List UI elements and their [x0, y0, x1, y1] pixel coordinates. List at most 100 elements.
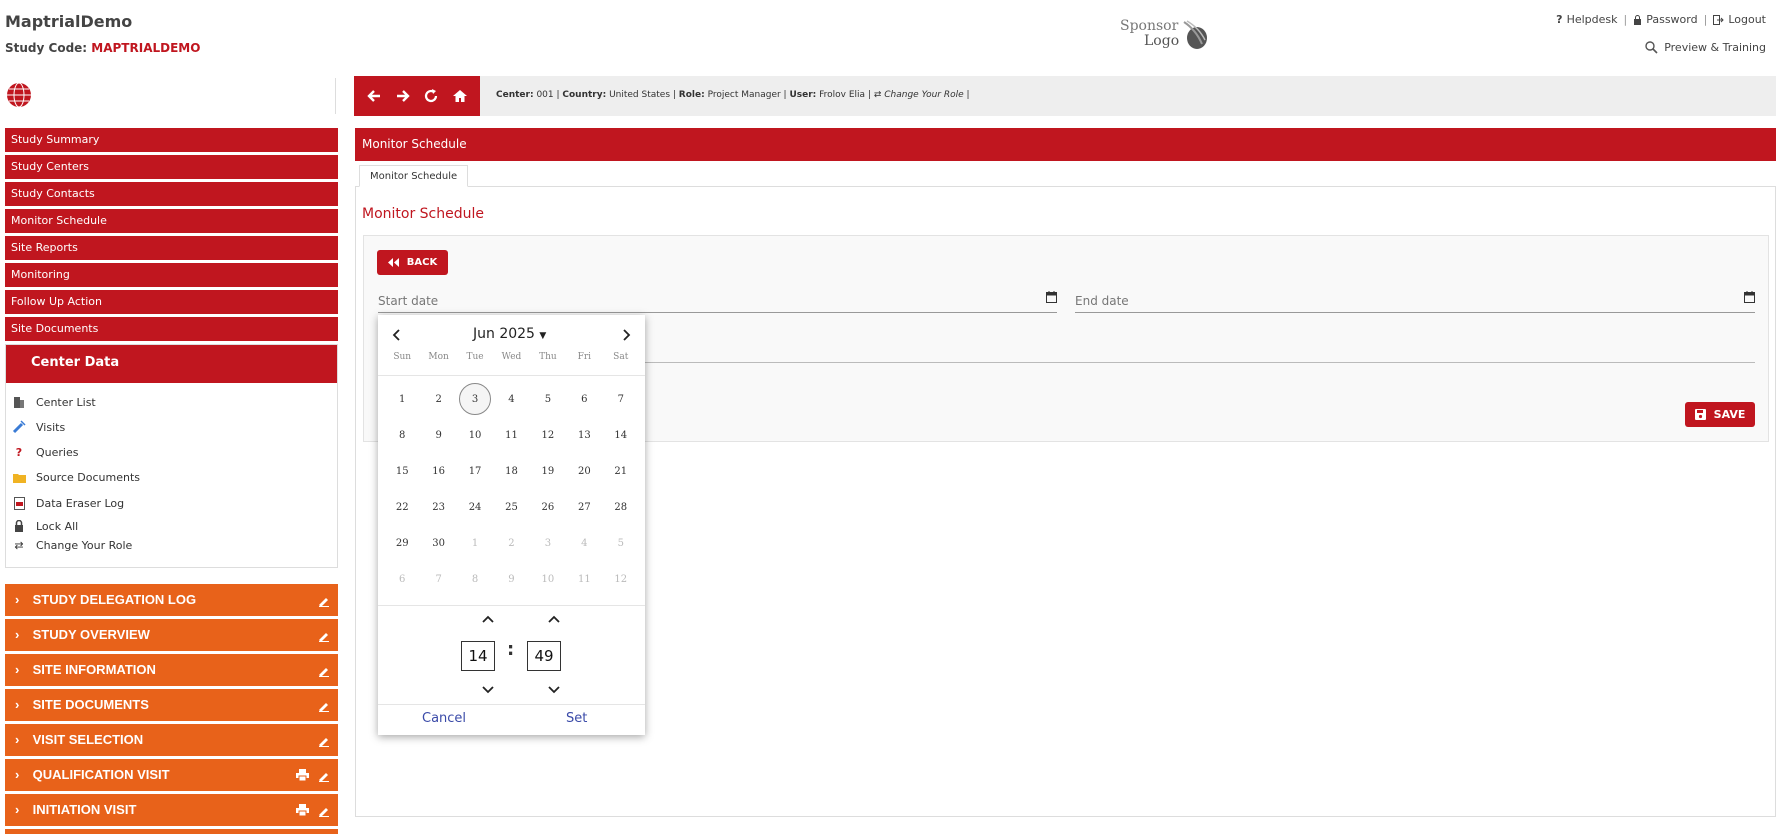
- minute-input[interactable]: 49: [527, 641, 561, 671]
- queries-link[interactable]: ? Queries: [12, 445, 79, 459]
- minute-up-button[interactable]: [544, 612, 564, 626]
- sidebar-item-monitor-schedule[interactable]: Monitor Schedule: [5, 209, 338, 233]
- home-button[interactable]: [449, 85, 471, 107]
- hour-up-button[interactable]: [478, 612, 498, 626]
- change-role-link[interactable]: Change Your Role: [884, 90, 963, 100]
- calendar-day[interactable]: 14: [603, 417, 639, 453]
- calendar-day[interactable]: 5: [530, 381, 566, 417]
- calendar-day[interactable]: 18: [493, 453, 529, 489]
- refresh-button[interactable]: [420, 85, 442, 107]
- minute-down-button[interactable]: [544, 683, 564, 697]
- calendar-day[interactable]: 10: [457, 417, 493, 453]
- data-eraser-log-link[interactable]: Data Eraser Log: [12, 496, 124, 510]
- hour-down-button[interactable]: [478, 683, 498, 697]
- calendar-day[interactable]: 19: [530, 453, 566, 489]
- hour-input[interactable]: 14: [461, 641, 495, 671]
- sidebar-item-follow-up-action[interactable]: Follow Up Action: [5, 290, 338, 314]
- edit-icon[interactable]: [317, 804, 330, 817]
- calendar-icon[interactable]: [1744, 291, 1755, 303]
- calendar-day[interactable]: 4: [493, 381, 529, 417]
- section-visit-selection[interactable]: › VISIT SELECTION: [5, 724, 338, 756]
- change-your-role-link[interactable]: ⇄ Change Your Role: [12, 538, 132, 552]
- section-site-documents[interactable]: › SITE DOCUMENTS: [5, 689, 338, 721]
- month-year-select[interactable]: Jun 2025 ▼: [473, 326, 546, 342]
- logout-link[interactable]: Logout: [1713, 13, 1766, 26]
- calendar-day[interactable]: 11: [493, 417, 529, 453]
- calendar-day[interactable]: 30: [420, 525, 456, 561]
- end-date-field[interactable]: End date: [1075, 289, 1755, 313]
- day-number: 7: [617, 393, 624, 405]
- section-initiation-visit[interactable]: › INITIATION VISIT: [5, 794, 338, 826]
- calendar-day[interactable]: 16: [420, 453, 456, 489]
- chevron-right-icon: ›: [15, 662, 20, 677]
- prev-month-button[interactable]: [386, 325, 406, 345]
- calendar-day[interactable]: 23: [420, 489, 456, 525]
- calendar-day[interactable]: 26: [530, 489, 566, 525]
- start-date-field[interactable]: Start date: [378, 289, 1057, 313]
- sidebar-item-study-contacts[interactable]: Study Contacts: [5, 182, 338, 206]
- source-documents-link[interactable]: Source Documents: [12, 470, 140, 484]
- calendar-day[interactable]: 24: [457, 489, 493, 525]
- edit-icon[interactable]: [317, 594, 330, 607]
- section-site-information[interactable]: › SITE INFORMATION: [5, 654, 338, 686]
- calendar-day[interactable]: 9: [420, 417, 456, 453]
- sidebar-item-study-centers[interactable]: Study Centers: [5, 155, 338, 179]
- section-qualification-visit[interactable]: › QUALIFICATION VISIT: [5, 759, 338, 791]
- print-icon[interactable]: [296, 804, 309, 816]
- calendar-icon[interactable]: [1046, 291, 1057, 303]
- calendar-day[interactable]: 7: [603, 381, 639, 417]
- sidebar-item-study-summary[interactable]: Study Summary: [5, 128, 338, 152]
- lock-all-link[interactable]: Lock All: [12, 519, 78, 533]
- calendar-day[interactable]: 20: [566, 453, 602, 489]
- sidebar-item-site-documents[interactable]: Site Documents: [5, 317, 338, 341]
- calendar-day[interactable]: 17: [457, 453, 493, 489]
- set-button[interactable]: Set: [566, 711, 587, 726]
- calendar-day[interactable]: 1: [384, 381, 420, 417]
- cancel-button[interactable]: Cancel: [422, 711, 466, 726]
- password-link[interactable]: Password: [1633, 13, 1698, 26]
- tab-monitor-schedule[interactable]: Monitor Schedule: [359, 165, 469, 187]
- day-number: 23: [432, 501, 445, 513]
- print-icon[interactable]: [296, 769, 309, 781]
- calendar-day[interactable]: 29: [384, 525, 420, 561]
- section-study-overview[interactable]: › STUDY OVERVIEW: [5, 619, 338, 651]
- edit-icon[interactable]: [317, 769, 330, 782]
- edit-icon[interactable]: [317, 699, 330, 712]
- calendar-day[interactable]: 2: [420, 381, 456, 417]
- edit-icon[interactable]: [317, 734, 330, 747]
- caret-down-icon: ▼: [539, 331, 547, 341]
- visits-link[interactable]: Visits: [12, 420, 65, 434]
- calendar-day-selected[interactable]: 3: [457, 381, 493, 417]
- calendar-day[interactable]: 22: [384, 489, 420, 525]
- forward-arrow-button[interactable]: [392, 85, 414, 107]
- section-label: SITE DOCUMENTS: [32, 697, 149, 712]
- sidebar-item-monitoring[interactable]: Monitoring: [5, 263, 338, 287]
- calendar-day[interactable]: 15: [384, 453, 420, 489]
- center-value: 001: [536, 90, 554, 100]
- section-study-delegation-log[interactable]: › STUDY DELEGATION LOG: [5, 584, 338, 616]
- edit-icon[interactable]: [317, 664, 330, 677]
- calendar-day[interactable]: 25: [493, 489, 529, 525]
- save-button[interactable]: SAVE: [1685, 402, 1755, 427]
- calendar-day[interactable]: 28: [603, 489, 639, 525]
- back-arrow-button[interactable]: [363, 85, 385, 107]
- helpdesk-link[interactable]: ? Helpdesk: [1556, 13, 1617, 26]
- center-list-link[interactable]: Center List: [12, 395, 96, 409]
- calendar-day[interactable]: 13: [566, 417, 602, 453]
- top-links: ? Helpdesk | Password | Logout: [1556, 13, 1766, 26]
- calendar-day[interactable]: 12: [530, 417, 566, 453]
- preview-training-link[interactable]: Preview & Training: [1645, 41, 1766, 54]
- calendar-day[interactable]: 21: [603, 453, 639, 489]
- calendar-day[interactable]: 8: [384, 417, 420, 453]
- calendar-day[interactable]: 27: [566, 489, 602, 525]
- next-month-button[interactable]: [617, 325, 637, 345]
- globe-logo-icon[interactable]: [6, 82, 32, 108]
- back-button[interactable]: BACK: [377, 250, 448, 275]
- day-number: 2: [508, 537, 515, 549]
- edit-icon[interactable]: [317, 629, 330, 642]
- day-number: 2: [435, 393, 442, 405]
- section-more[interactable]: [5, 829, 338, 834]
- sidebar-item-site-reports[interactable]: Site Reports: [5, 236, 338, 260]
- calendar-day[interactable]: 6: [566, 381, 602, 417]
- day-number: 9: [435, 429, 442, 441]
